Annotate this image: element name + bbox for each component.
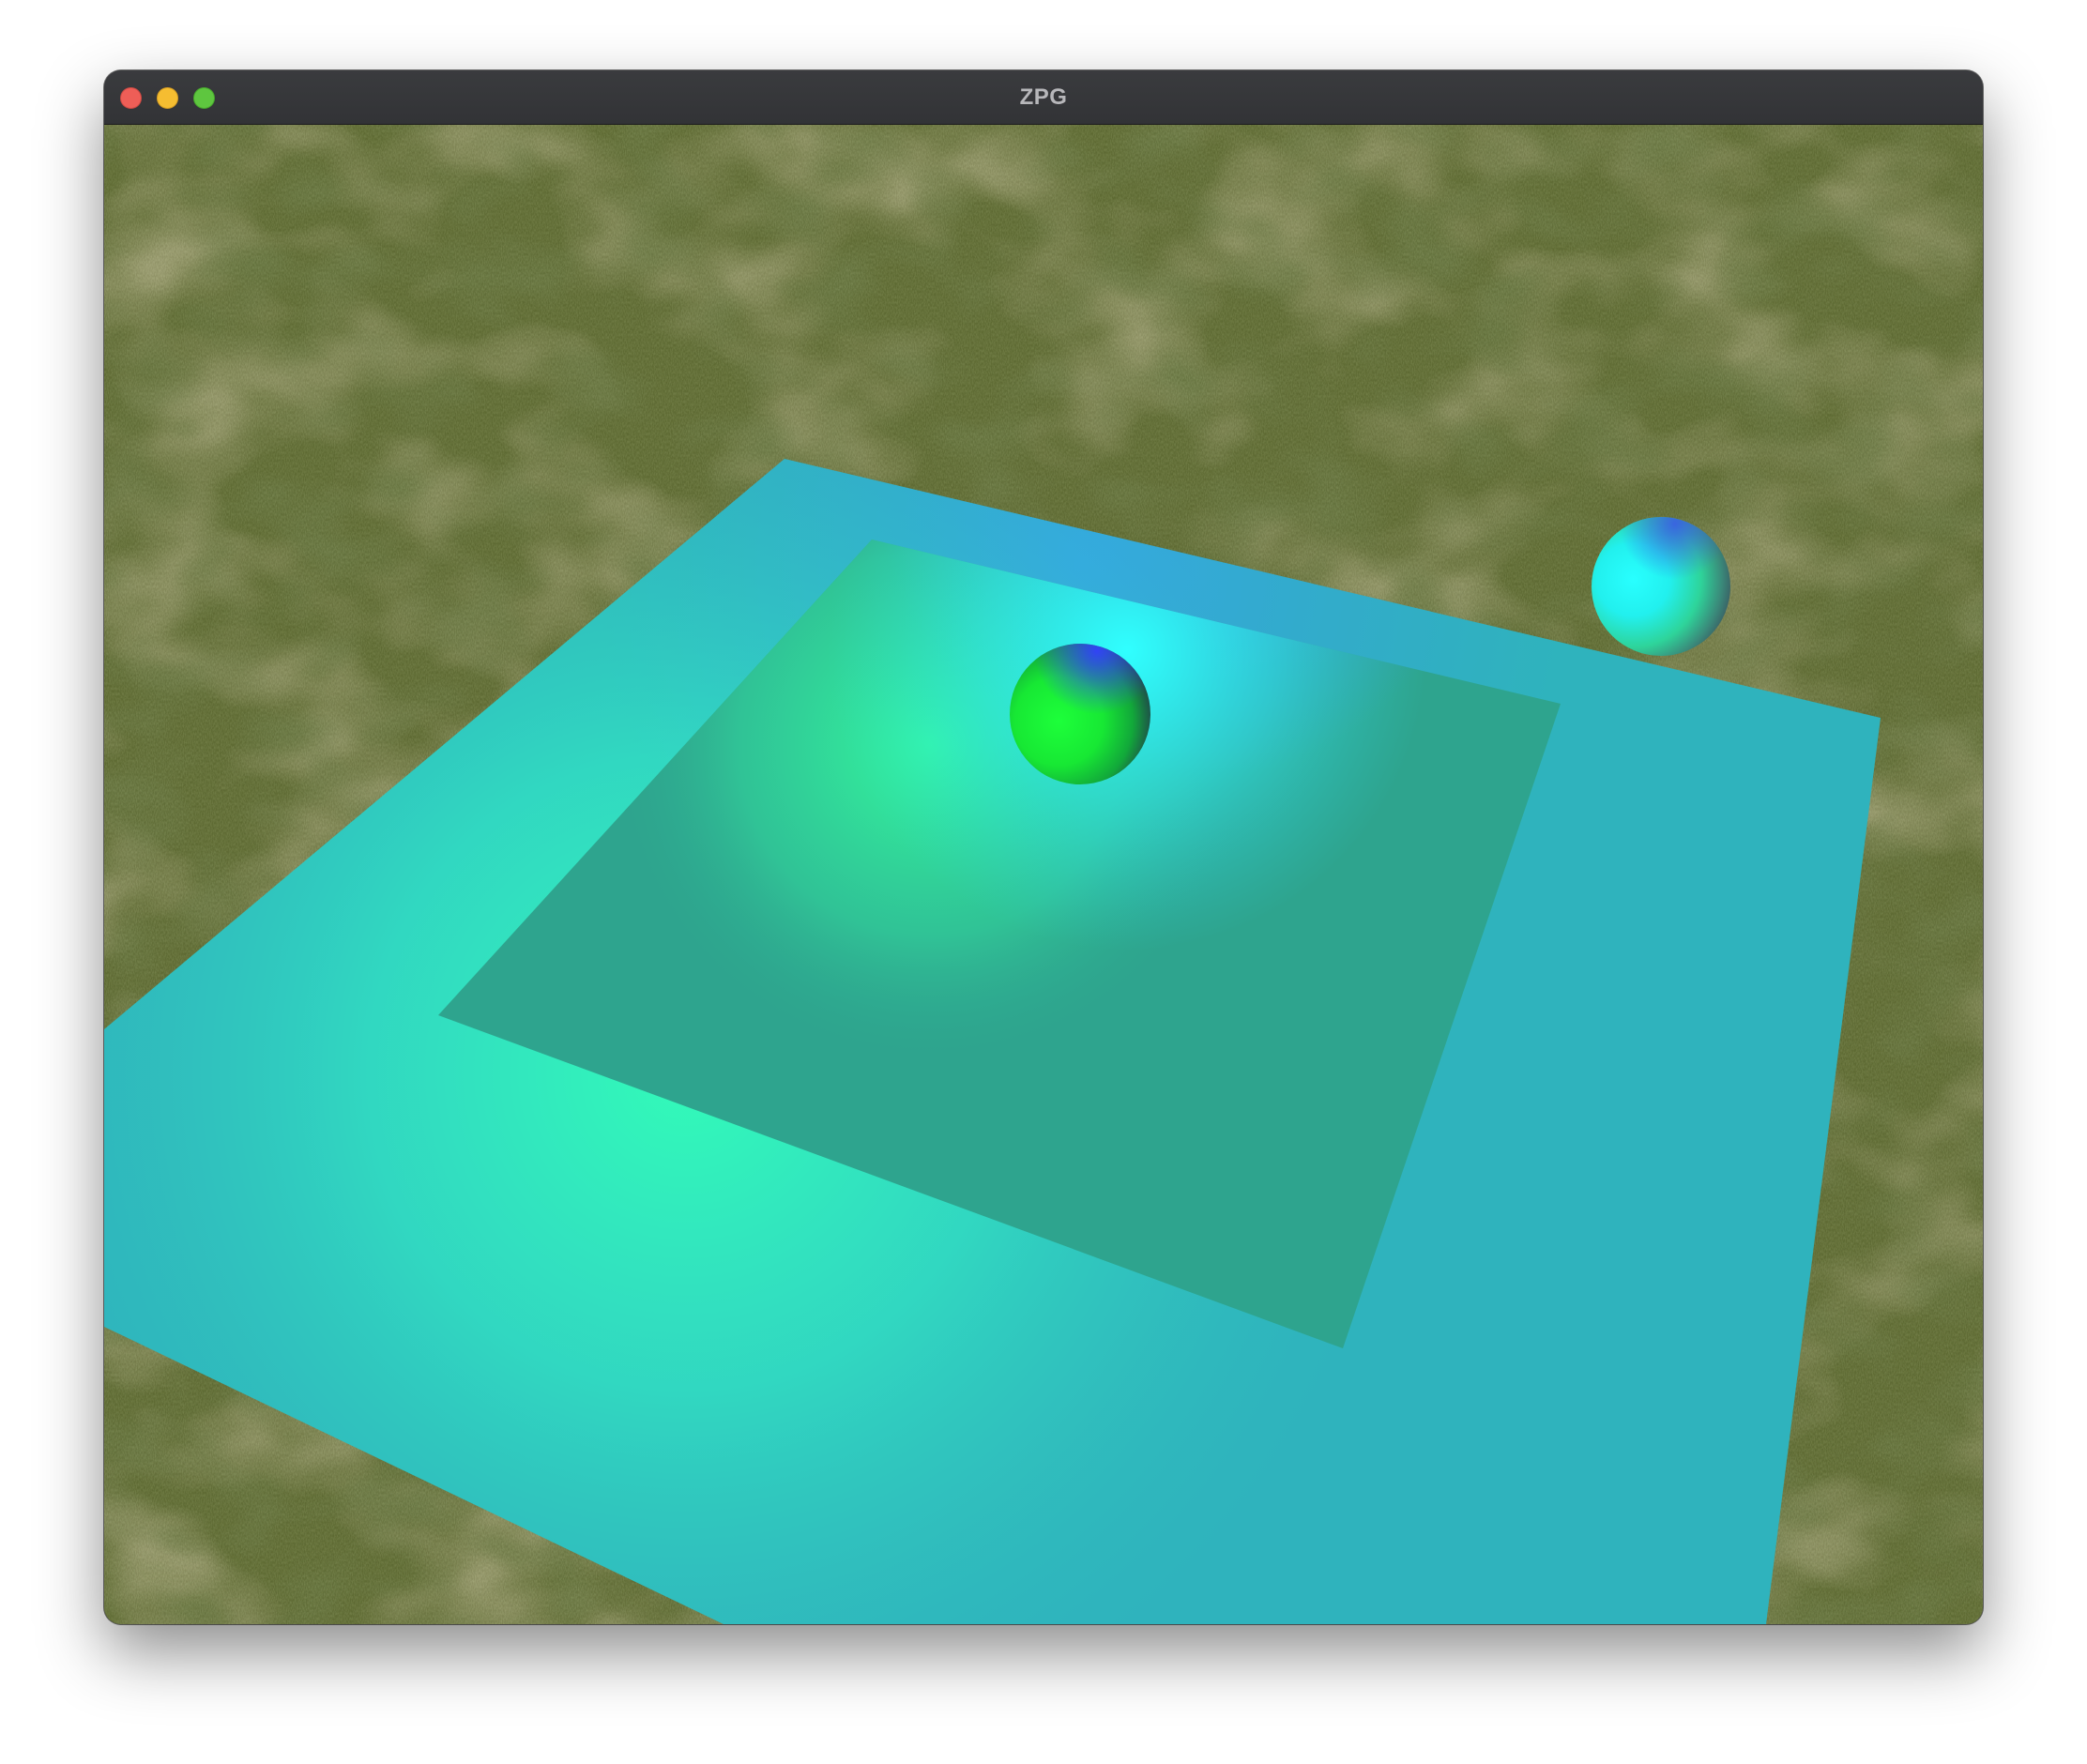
window-title: ZPG	[1019, 84, 1068, 110]
opengl-viewport[interactable]	[104, 125, 1983, 1624]
app-window: ZPG	[104, 70, 1983, 1624]
title-bar[interactable]: ZPG	[104, 70, 1983, 125]
cyan-sphere	[1592, 517, 1730, 656]
green-sphere	[1010, 644, 1150, 784]
